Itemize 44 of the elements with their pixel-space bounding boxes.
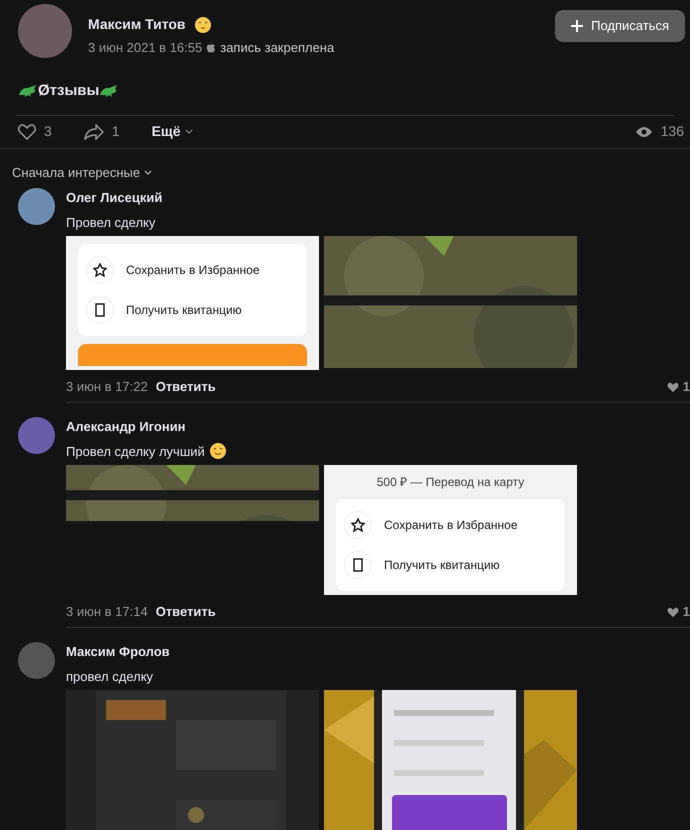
menu-option: Сохранить в Избранное [384,516,518,534]
reply-link[interactable]: Ответить [156,602,216,622]
view-count: 136 [660,122,684,141]
chevron-down-icon [144,170,152,175]
menu-option: Сохранить в Избранное [126,261,260,279]
post-date[interactable]: 3 июн 2021 в 16:55 [88,38,202,58]
post-text: Øтзывы [38,81,100,101]
pinned-label: запись закреплена [220,39,334,57]
eye-icon [634,126,653,138]
commenter-name[interactable]: Олег Лисецкий [66,188,672,208]
avatar[interactable] [18,4,72,58]
author-name[interactable]: Максим Титов [88,14,186,35]
heart-icon [666,606,679,618]
avatar[interactable] [18,188,55,225]
commenter-name[interactable]: Александр Игонин [66,417,672,436]
comment-text: Провел сделку лучший [66,442,205,461]
menu-option: Получить квитанцию [126,301,242,319]
avatar[interactable] [18,642,55,679]
receipt-icon [86,296,114,324]
more-button[interactable]: Ещё [152,121,193,142]
comment-like-button[interactable]: 1 [666,602,690,622]
comment-date: 3 июн в 17:22 [66,378,148,396]
transfer-heading: 500 ₽ — Перевод на карту [376,474,526,491]
avatar[interactable] [18,417,55,454]
plus-icon [571,20,584,32]
crocodile-icon [18,83,38,100]
receipt-icon [344,551,372,579]
comment-like-button[interactable]: 1 [666,377,690,397]
crocodile-icon [99,83,120,100]
share-button[interactable]: 1 [84,121,120,142]
subscribe-button[interactable]: Подписаться [555,10,685,42]
apple-icon [206,42,216,54]
sort-dropdown[interactable]: Сначала интересные [12,162,152,182]
comment-text: Провел сделку [66,214,156,232]
comment-date: 3 июн в 17:14 [66,603,148,622]
reply-link[interactable]: Ответить [156,377,216,397]
hugging-face-icon [208,442,227,460]
face-icon [194,16,212,34]
like-button[interactable]: 3 [18,121,52,142]
chevron-down-icon [184,129,193,134]
heart-icon [666,382,679,392]
commenter-name[interactable]: Максим Фролов [66,642,672,662]
comment-text: провел сделку [66,668,154,686]
menu-option: Получить квитанцию [384,556,500,574]
